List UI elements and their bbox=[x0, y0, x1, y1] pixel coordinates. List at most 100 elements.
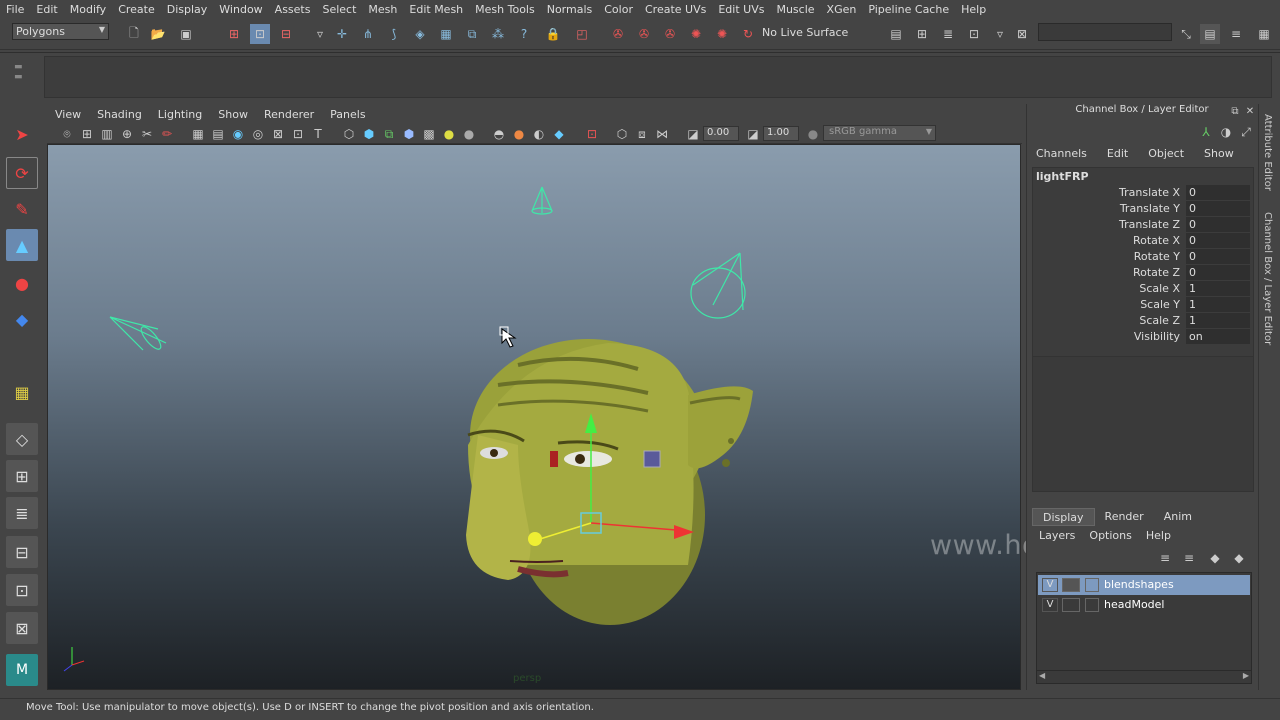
cb-menu-channels[interactable]: Channels bbox=[1026, 146, 1097, 164]
move-layer-up-icon[interactable]: ≡ bbox=[1156, 549, 1174, 567]
menu-file[interactable]: File bbox=[0, 3, 30, 16]
le-menu-layers[interactable]: Layers bbox=[1032, 528, 1082, 546]
new-scene-icon[interactable]: 🗋 bbox=[124, 24, 144, 44]
filter-dropdown-icon[interactable]: ▿ bbox=[310, 24, 330, 44]
ambient-occlusion-icon[interactable]: ◓ bbox=[489, 124, 509, 144]
single-pane-layout-icon[interactable]: ◇ bbox=[6, 423, 38, 455]
channel-row[interactable]: Scale Z 1 bbox=[1036, 313, 1250, 329]
menu-set-dropdown[interactable]: Polygons ▼ bbox=[12, 23, 109, 40]
channel-value[interactable]: on bbox=[1186, 329, 1250, 344]
channel-value[interactable]: 1 bbox=[1186, 313, 1250, 328]
channel-value[interactable]: 0 bbox=[1186, 249, 1250, 264]
menu-color[interactable]: Color bbox=[598, 3, 639, 16]
speed-icon[interactable]: ⤢ bbox=[1238, 124, 1254, 140]
channel-row[interactable]: Translate X 0 bbox=[1036, 185, 1250, 201]
anti-aliasing-icon[interactable]: ◐ bbox=[529, 124, 549, 144]
modeling-toolkit-icon[interactable]: ▤ bbox=[886, 24, 906, 44]
layer-playback-toggle[interactable] bbox=[1062, 598, 1080, 612]
menu-pipeline-cache[interactable]: Pipeline Cache bbox=[862, 3, 955, 16]
construction-history-icon[interactable]: ◰ bbox=[572, 24, 592, 44]
menu-assets[interactable]: Assets bbox=[269, 3, 317, 16]
safe-title-icon[interactable]: T bbox=[308, 124, 328, 144]
channel-row[interactable]: Translate Z 0 bbox=[1036, 217, 1250, 233]
search-mode-icon[interactable]: ⊠ bbox=[1012, 24, 1032, 44]
wireframe-icon[interactable]: ⬡ bbox=[339, 124, 359, 144]
gamma-field[interactable]: 1.00 bbox=[763, 126, 799, 141]
menu-xgen[interactable]: XGen bbox=[821, 3, 863, 16]
channel-row[interactable]: Scale Y 1 bbox=[1036, 297, 1250, 313]
channel-row[interactable]: Rotate Y 0 bbox=[1036, 249, 1250, 265]
save-scene-icon[interactable]: ▣ bbox=[176, 24, 196, 44]
camera-attributes-icon[interactable]: ⊞ bbox=[77, 124, 97, 144]
le-menu-help[interactable]: Help bbox=[1139, 528, 1178, 546]
channel-row[interactable]: Rotate X 0 bbox=[1036, 233, 1250, 249]
rotate-tool-icon[interactable]: ● bbox=[6, 267, 38, 299]
wireframe-on-shaded-icon[interactable]: ⧉ bbox=[379, 124, 399, 144]
menu-mesh[interactable]: Mesh bbox=[362, 3, 403, 16]
quick-rename-icon[interactable]: ⊞ bbox=[912, 24, 932, 44]
tab-anim[interactable]: Anim bbox=[1154, 508, 1202, 526]
menu-display[interactable]: Display bbox=[161, 3, 214, 16]
graph-layout-icon[interactable]: ⊟ bbox=[6, 536, 38, 568]
new-layer-icon[interactable]: ◆ bbox=[1206, 549, 1224, 567]
channel-row[interactable]: Scale X 1 bbox=[1036, 281, 1250, 297]
scale-tool-icon[interactable]: ◆ bbox=[6, 303, 38, 335]
gate-mask-icon[interactable]: ◎ bbox=[248, 124, 268, 144]
layer-color-swatch[interactable] bbox=[1085, 578, 1099, 592]
isolate-select-icon[interactable]: ⊡ bbox=[582, 124, 602, 144]
axis-toggle-icon[interactable]: ⅄ bbox=[1198, 124, 1214, 140]
graph-editor-icon[interactable]: ⊡ bbox=[964, 24, 984, 44]
layer-visibility-toggle[interactable]: V bbox=[1042, 578, 1058, 592]
panel-menu-show[interactable]: Show bbox=[210, 108, 256, 121]
color-management-icon[interactable]: ● bbox=[803, 124, 823, 144]
menu-help[interactable]: Help bbox=[955, 3, 992, 16]
channel-row[interactable]: Visibility on bbox=[1036, 329, 1250, 345]
channel-value[interactable]: 0 bbox=[1186, 217, 1250, 232]
panel-menu-shading[interactable]: Shading bbox=[89, 108, 150, 121]
shelf-handle-icon[interactable]: ▬ ▬ bbox=[14, 62, 34, 90]
channel-value[interactable]: 1 bbox=[1186, 281, 1250, 296]
outliner-icon[interactable]: ≣ bbox=[938, 24, 958, 44]
last-tool-icon[interactable]: ▦ bbox=[6, 376, 38, 408]
layer-row[interactable]: V blendshapes bbox=[1038, 575, 1250, 595]
cb-menu-edit[interactable]: Edit bbox=[1097, 146, 1138, 164]
float-panel-icon[interactable]: ⧉ bbox=[1228, 104, 1242, 118]
snap-point-icon[interactable]: ⟆ bbox=[384, 24, 404, 44]
channel-box-toggle-icon[interactable]: ▦ bbox=[1254, 24, 1274, 44]
le-menu-options[interactable]: Options bbox=[1082, 528, 1138, 546]
menu-window[interactable]: Window bbox=[213, 3, 268, 16]
shadows-icon[interactable]: ● bbox=[459, 124, 479, 144]
refresh-icon[interactable]: ↻ bbox=[738, 24, 758, 44]
scroll-right-icon[interactable]: ▶ bbox=[1243, 671, 1249, 680]
cb-menu-object[interactable]: Object bbox=[1138, 146, 1194, 164]
hypershade-layout-icon[interactable]: ⊡ bbox=[6, 574, 38, 606]
layer-visibility-toggle[interactable]: V bbox=[1042, 598, 1058, 612]
render-frame-icon[interactable]: ✇ bbox=[608, 24, 628, 44]
menu-normals[interactable]: Normals bbox=[541, 3, 599, 16]
xray-joints-icon[interactable]: ⧈ bbox=[632, 124, 652, 144]
snap-view-plane-icon[interactable]: ◈ bbox=[410, 24, 430, 44]
gamma-icon[interactable]: ◪ bbox=[743, 124, 763, 144]
dropdown-arrow-icon[interactable]: ▿ bbox=[990, 24, 1010, 44]
menu-create[interactable]: Create bbox=[112, 3, 161, 16]
resolution-gate-icon[interactable]: ◉ bbox=[228, 124, 248, 144]
panel-menu-view[interactable]: View bbox=[47, 108, 89, 121]
grease-pencil-icon[interactable]: ✏ bbox=[157, 124, 177, 144]
select-objects-icon[interactable]: ⊡ bbox=[250, 24, 270, 44]
select-components-icon[interactable]: ⊟ bbox=[276, 24, 296, 44]
motion-blur-icon[interactable]: ● bbox=[509, 124, 529, 144]
menu-create-uvs[interactable]: Create UVs bbox=[639, 3, 712, 16]
smooth-shade-icon[interactable]: ⬢ bbox=[359, 124, 379, 144]
help-icon[interactable]: ? bbox=[514, 24, 534, 44]
channel-row[interactable]: Rotate Z 0 bbox=[1036, 265, 1250, 281]
textured-icon[interactable]: ▩ bbox=[419, 124, 439, 144]
image-plane-icon[interactable]: ⊕ bbox=[117, 124, 137, 144]
exposure-icon[interactable]: ◪ bbox=[683, 124, 703, 144]
xray-icon[interactable]: ⬡ bbox=[612, 124, 632, 144]
channel-value[interactable]: 0 bbox=[1186, 185, 1250, 200]
lock-icon[interactable]: 🔒 bbox=[543, 24, 563, 44]
attribute-editor-toggle-icon[interactable]: ▤ bbox=[1200, 24, 1220, 44]
panel-menu-panels[interactable]: Panels bbox=[322, 108, 373, 121]
menu-modify[interactable]: Modify bbox=[64, 3, 112, 16]
exposure-field[interactable]: 0.00 bbox=[703, 126, 739, 141]
